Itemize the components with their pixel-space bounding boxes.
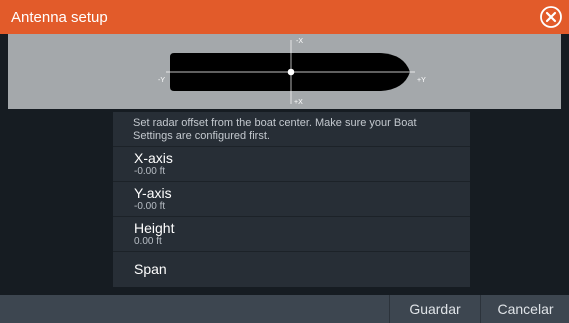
antenna-marker <box>287 68 295 76</box>
y-axis-label: Y-axis <box>134 185 172 201</box>
x-axis-label: X-axis <box>134 150 173 166</box>
axis-label-pos-x: +X <box>294 99 303 106</box>
settings-panel: Set radar offset from the boat center. M… <box>113 112 470 287</box>
save-button[interactable]: Guardar <box>389 295 480 323</box>
cancel-button[interactable]: Cancelar <box>480 295 569 323</box>
info-text: Set radar offset from the boat center. M… <box>133 117 417 142</box>
height-label: Height <box>134 220 175 236</box>
antenna-position-diagram: -X +X -Y +Y <box>8 34 561 109</box>
axis-label-neg-x: -X <box>296 38 303 45</box>
close-circle-icon <box>540 6 562 28</box>
span-label: Span <box>134 261 167 277</box>
height-setting[interactable]: Height 0.00 ft <box>113 216 470 250</box>
height-value: 0.00 ft <box>134 236 162 247</box>
action-bar: Guardar Cancelar <box>0 295 569 323</box>
close-button[interactable] <box>539 5 563 29</box>
axis-label-pos-y: +Y <box>417 77 426 84</box>
antenna-setup-dialog: Antenna setup -X +X -Y +Y Set radar offs… <box>0 0 569 323</box>
x-axis-setting[interactable]: X-axis -0.00 ft <box>113 146 470 180</box>
y-axis-setting[interactable]: Y-axis -0.00 ft <box>113 181 470 215</box>
span-setting[interactable]: Span <box>113 251 470 285</box>
boat-outline-diagram <box>166 40 415 104</box>
title-bar: Antenna setup <box>0 0 569 34</box>
dialog-title: Antenna setup <box>11 8 108 26</box>
settings-area: Set radar offset from the boat center. M… <box>0 109 569 295</box>
axis-label-neg-y: -Y <box>158 77 165 84</box>
y-axis-value: -0.00 ft <box>134 201 166 212</box>
x-axis-value: -0.00 ft <box>134 166 166 177</box>
